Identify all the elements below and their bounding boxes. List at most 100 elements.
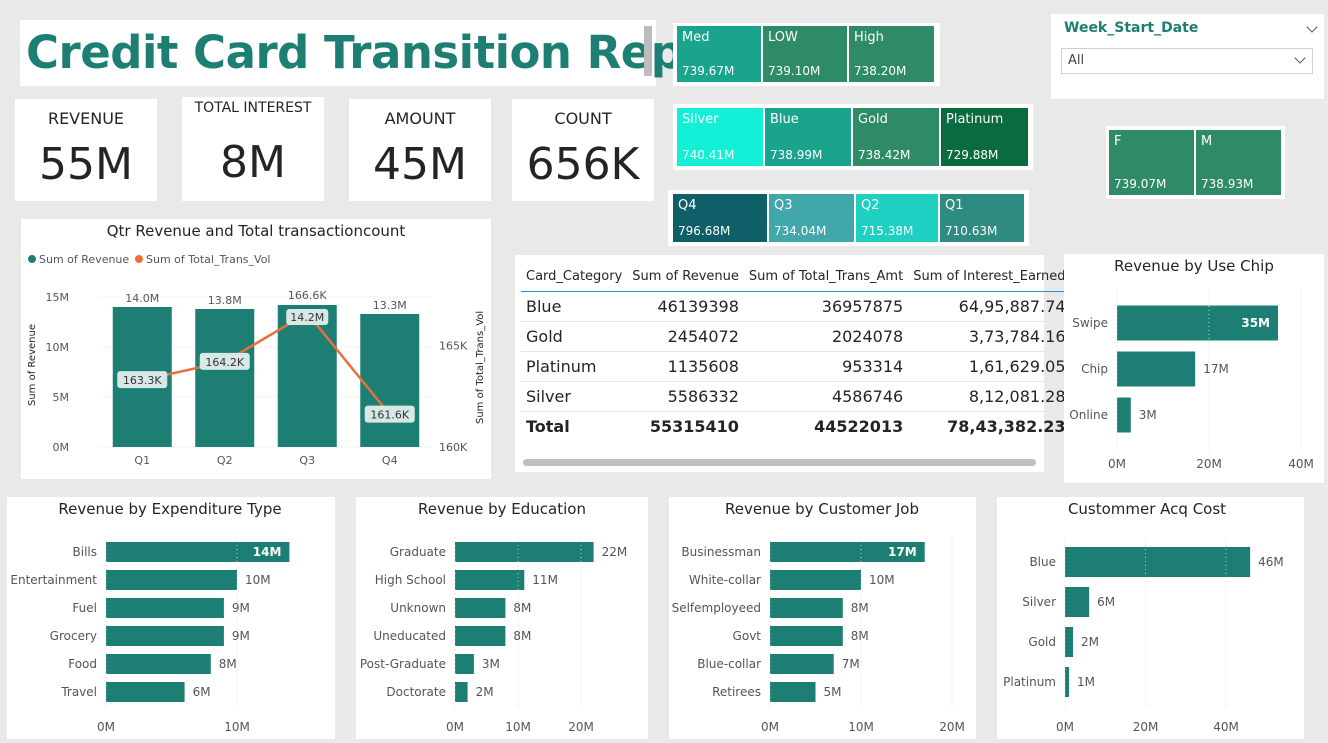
data-label: 9M — [232, 629, 250, 643]
column-header[interactable]: Sum of Interest_Earned — [908, 261, 1071, 292]
data-label: 13.8M — [208, 294, 242, 307]
bar[interactable] — [455, 598, 506, 618]
data-label: 10M — [869, 573, 895, 587]
bar[interactable] — [455, 654, 474, 674]
y-right-tick-label: 160K — [439, 441, 468, 454]
bar[interactable] — [106, 682, 185, 702]
category-label: Businessman — [681, 545, 761, 559]
treemap-tile[interactable]: LOW 739.10M — [763, 26, 847, 82]
bar[interactable] — [1117, 397, 1131, 433]
table-row[interactable]: Blue 46139398 36957875 64,95,887.74 — [521, 291, 1071, 322]
bar[interactable] — [455, 570, 525, 590]
table-cell: 64,95,887.74 — [908, 291, 1071, 322]
customer-job-chart-card: Revenue by Customer Job Businessman 17M Whi… — [669, 497, 976, 739]
chart-title: Revenue by Customer Job — [725, 500, 919, 518]
data-label: 5M — [824, 685, 842, 699]
category-label: High School — [375, 573, 446, 587]
table-cell: 8,12,081.28 — [908, 381, 1071, 412]
line-series[interactable] — [141, 311, 391, 416]
bar[interactable] — [106, 626, 224, 646]
chart-title: Revenue by Expenditure Type — [58, 500, 281, 518]
treemap-tile[interactable]: Gold 738.42M — [853, 108, 939, 166]
category-label: Graduate — [390, 545, 446, 559]
bar[interactable] — [1065, 667, 1070, 697]
legend-marker-trans-vol — [135, 255, 143, 263]
data-label: 8M — [513, 601, 531, 615]
bar[interactable] — [1065, 627, 1074, 657]
treemap-tile[interactable]: Q2 715.38M — [856, 194, 938, 242]
data-label: 6M — [193, 685, 211, 699]
x-tick-label: 20M — [939, 720, 965, 734]
x-tick-label: 20M — [1196, 457, 1222, 471]
slicer-value: All — [1068, 53, 1085, 68]
treemap-tile[interactable]: Silver 740.41M — [677, 108, 763, 166]
category-label: Swipe — [1072, 316, 1108, 330]
y-axis-label-right: Sum of Total_Trans_Vol — [475, 311, 486, 424]
bar[interactable] — [1117, 351, 1196, 387]
treemap-tile[interactable]: Platinum 729.88M — [941, 108, 1028, 166]
horizontal-scrollbar[interactable] — [523, 459, 1036, 466]
week-start-date-slicer: Week_Start_Date All — [1051, 14, 1324, 99]
svg-text:161.6K: 161.6K — [370, 409, 409, 422]
category-label: Retirees — [712, 685, 761, 699]
y-axis-label-left: Sum of Revenue — [27, 324, 38, 406]
legend-label[interactable]: Sum of Revenue — [39, 253, 129, 266]
chevron-down-icon[interactable] — [1294, 52, 1306, 64]
x-tick-label: 10M — [224, 720, 250, 734]
table-row[interactable]: Silver 5586332 4586746 8,12,081.28 — [521, 381, 1071, 412]
legend-label[interactable]: Sum of Total_Trans_Vol — [146, 253, 270, 266]
svg-text:164.2K: 164.2K — [205, 356, 244, 369]
category-label: Blue-collar — [697, 657, 761, 671]
chart-title: Revenue by Use Chip — [1114, 257, 1274, 275]
chart-title: Revenue by Education — [418, 500, 586, 518]
table-cell: 5586332 — [627, 381, 744, 412]
table-row[interactable]: Gold 2454072 2024078 3,73,784.16 — [521, 321, 1071, 352]
bar[interactable] — [1065, 587, 1090, 617]
column-header[interactable]: Card_Category — [521, 261, 628, 292]
bar[interactable] — [770, 654, 834, 674]
table-cell: Total — [521, 411, 628, 441]
column-header[interactable]: Sum of Total_Trans_Amt — [743, 261, 909, 292]
column-header[interactable]: Sum of Revenue — [627, 261, 744, 292]
qtr-revenue-chart: Qtr Revenue and Total transactioncount S… — [27, 222, 486, 467]
table-cell: 36957875 — [743, 291, 909, 322]
treemap-tile[interactable]: Q4 796.68M — [673, 194, 767, 242]
treemap-tile[interactable]: M 738.93M — [1196, 130, 1281, 195]
bar[interactable] — [770, 626, 843, 646]
treemap-tile[interactable]: Q3 734.04M — [769, 194, 854, 242]
bar[interactable] — [1065, 547, 1251, 577]
data-label: 1M — [1077, 675, 1095, 689]
tile-value: 739.67M — [682, 64, 735, 78]
bar[interactable] — [770, 682, 816, 702]
card-category-table: Card_Category Sum of Revenue Sum of Tota… — [521, 261, 1071, 441]
treemap-tile[interactable]: Q1 710.63M — [940, 194, 1024, 242]
treemap-tile[interactable]: High 738.20M — [849, 26, 934, 82]
bar[interactable] — [106, 570, 237, 590]
table-cell: 78,43,382.23 — [908, 411, 1071, 441]
slicer-dropdown[interactable]: All — [1061, 48, 1313, 74]
table-cell: 2024078 — [743, 321, 909, 352]
bar[interactable] — [360, 314, 420, 447]
category-label: Travel — [60, 685, 97, 699]
tile-value: 796.68M — [678, 224, 731, 238]
category-label: Grocery — [50, 629, 97, 643]
bar[interactable] — [195, 309, 255, 447]
bar[interactable] — [770, 598, 843, 618]
table-row[interactable]: Platinum 1135608 953314 1,61,629.05 — [521, 351, 1071, 382]
x-tick-label: Q1 — [134, 454, 150, 467]
treemap-tile[interactable]: F 739.07M — [1109, 130, 1194, 195]
treemap-tile[interactable]: Med 739.67M — [677, 26, 761, 82]
category-label: Entertainment — [10, 573, 97, 587]
bar[interactable] — [455, 682, 468, 702]
bar[interactable] — [106, 654, 211, 674]
bar[interactable] — [455, 542, 594, 562]
category-label: White-collar — [689, 573, 761, 587]
category-label: Blue — [1029, 555, 1056, 569]
chevron-down-icon[interactable] — [1306, 21, 1318, 33]
bar[interactable] — [455, 626, 506, 646]
category-label: Unknown — [390, 601, 446, 615]
bar[interactable] — [770, 570, 861, 590]
data-label-box: 163.3K — [117, 371, 168, 389]
bar[interactable] — [106, 598, 224, 618]
treemap-tile[interactable]: Blue 738.99M — [765, 108, 851, 166]
